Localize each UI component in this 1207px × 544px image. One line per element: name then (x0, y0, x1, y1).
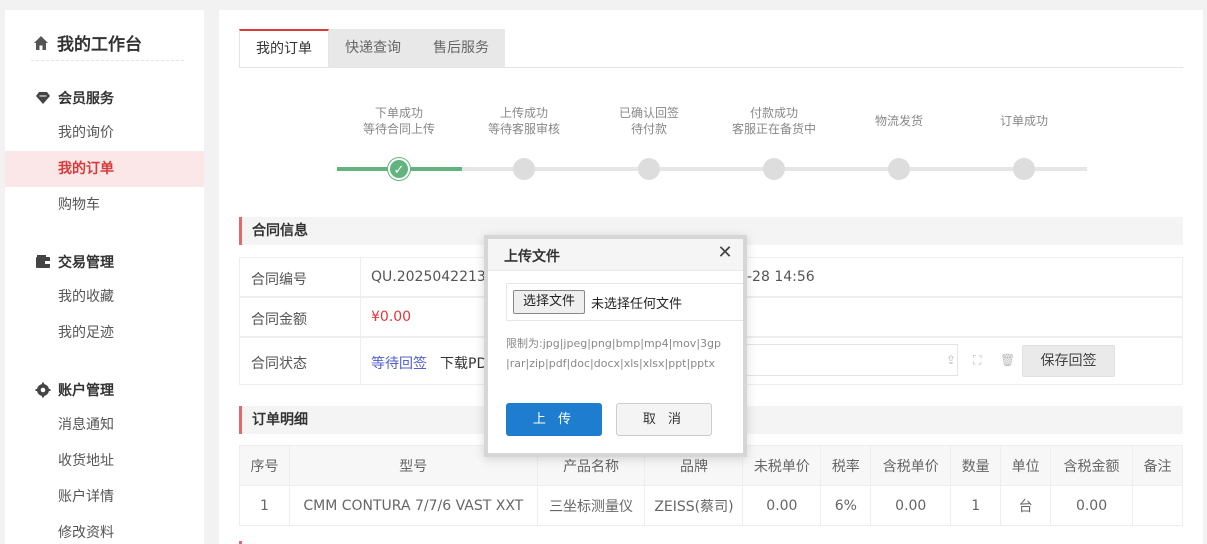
col-header: 未税单价 (742, 445, 822, 486)
group-member-services: 会员服务 (35, 88, 114, 108)
contract-number-label: 合同编号 (251, 272, 307, 288)
file-status: 未选择任何文件 (591, 297, 683, 312)
step-label: 付款成功 客服正在备货中 (731, 106, 816, 136)
col-header: 含税金额 (1050, 445, 1133, 486)
cell: 1 (950, 485, 1002, 526)
step-label: 上传成功 等待客服审核 (487, 106, 560, 136)
sidebar: 我的工作台 会员服务 我的询价 我的订单 购物车 交易管理 我的收藏 我的足迹 … (5, 10, 204, 544)
tab-my-orders[interactable]: 我的订单 (239, 29, 329, 68)
group-account-management: 账户管理 (35, 380, 114, 400)
close-icon[interactable]: ✕ (715, 243, 735, 263)
col-header: 序号 (239, 445, 290, 486)
home-icon (34, 35, 48, 50)
divider (360, 298, 361, 336)
cell: 0.00 (742, 485, 822, 526)
sidebar-item-footprints[interactable]: 我的足迹 (5, 315, 204, 351)
upload-button[interactable]: 上 传 (506, 403, 602, 436)
col-header: 单位 (1000, 445, 1052, 486)
col-header: 税率 (820, 445, 872, 486)
sidebar-item-notifications[interactable]: 消息通知 (5, 407, 204, 443)
group-label: 账户管理 (58, 383, 114, 399)
gear-icon (35, 382, 51, 398)
group-label: 会员服务 (58, 91, 114, 107)
workbench-title-label: 我的工作台 (57, 35, 142, 55)
save-countersign-button[interactable]: 保存回签 (1022, 345, 1115, 377)
contract-amount-label: 合同金额 (251, 312, 307, 328)
contract-number-value: QU.20250422138 (371, 269, 495, 285)
step-label: 订单成功 (999, 114, 1048, 128)
cell: CMM CONTURA 7/7/6 VAST XXT (288, 485, 538, 526)
cell: 1 (239, 485, 290, 526)
table-row: 1 CMM CONTURA 7/7/6 VAST XXT 三坐标测量仪 ZEIS… (239, 485, 1183, 526)
dialog-title: 上传文件 (504, 249, 560, 265)
cell: 0.00 (870, 485, 952, 526)
divider (360, 258, 361, 296)
group-label: 交易管理 (58, 255, 114, 271)
cell: 6% (820, 485, 872, 526)
wallet-icon (36, 255, 50, 268)
contract-amount-value: ¥0.00 (371, 309, 412, 325)
divider (31, 60, 184, 61)
trash-icon[interactable]: 🗑 (1000, 353, 1015, 367)
dialog-header: 上传文件 ✕ (488, 239, 743, 271)
workbench-title[interactable]: 我的工作台 (33, 30, 142, 55)
diamond-icon (36, 92, 50, 104)
col-header: 备注 (1132, 445, 1183, 486)
step-label: 下单成功 等待合同上传 (362, 106, 435, 136)
upload-file-dialog: 上传文件 ✕ 选择文件 未选择任何文件 限制为:jpg|jpeg|png|bmp… (484, 235, 747, 457)
group-trade-management: 交易管理 (35, 252, 114, 272)
file-input[interactable]: 选择文件 未选择任何文件 (506, 283, 743, 321)
cell (1132, 485, 1183, 526)
sidebar-item-cart[interactable]: 购物车 (5, 187, 204, 223)
tab-after-sales[interactable]: 售后服务 (417, 29, 505, 68)
preview-icon[interactable]: ⛶ (973, 353, 985, 367)
col-header: 含税单价 (870, 445, 952, 486)
cell: ZEISS(蔡司) (644, 485, 744, 526)
sidebar-item-my-inquiry[interactable]: 我的询价 (5, 115, 204, 151)
file-type-hint: 限制为:jpg|jpeg|png|bmp|mp4|mov|3gp|rar|zip… (506, 337, 721, 370)
step-dot (513, 158, 535, 180)
sidebar-item-edit-profile[interactable]: 修改资料 (5, 515, 204, 544)
divider (239, 67, 1183, 68)
step-dot (763, 158, 785, 180)
step-label: 物流发货 (874, 114, 923, 128)
divider (360, 338, 361, 384)
cell: 台 (1000, 485, 1052, 526)
sidebar-item-address[interactable]: 收货地址 (5, 443, 204, 479)
cell: 三坐标测量仪 (536, 485, 646, 526)
cancel-button[interactable]: 取 消 (616, 403, 712, 436)
step-dot (1013, 158, 1035, 180)
choose-file-button[interactable]: 选择文件 (513, 290, 585, 314)
tab-express-query[interactable]: 快递查询 (329, 29, 417, 68)
check-icon: ✓ (388, 158, 410, 180)
download-pdf-link[interactable]: 下载PD (440, 353, 487, 373)
sidebar-item-my-orders[interactable]: 我的订单 (5, 151, 204, 187)
order-items-table: 序号 型号 产品名称 品牌 未税单价 税率 含税单价 数量 单位 含税金额 备注… (239, 445, 1183, 526)
awaiting-countersign-link[interactable]: 等待回签 (371, 353, 427, 373)
step-dot (638, 158, 660, 180)
contract-status-label: 合同状态 (251, 356, 307, 372)
sidebar-item-account-details[interactable]: 账户详情 (5, 479, 204, 515)
contract-date-value: -28 14:56 (747, 269, 815, 285)
step-dot (888, 158, 910, 180)
tab-bar: 我的订单 快递查询 售后服务 (239, 29, 505, 68)
upload-icon[interactable]: ⇪ (946, 353, 958, 367)
step-label: 已确认回签 待付款 (618, 106, 679, 136)
sidebar-item-favorites[interactable]: 我的收藏 (5, 279, 204, 315)
cell: 0.00 (1050, 485, 1133, 526)
col-header: 数量 (950, 445, 1002, 486)
